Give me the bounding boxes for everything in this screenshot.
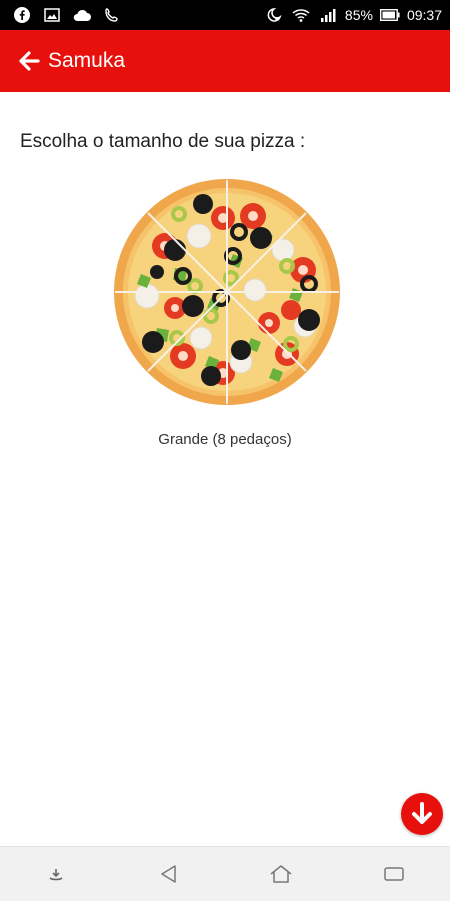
- size-prompt: Escolha o tamanho de sua pizza :: [20, 131, 306, 152]
- recents-icon[interactable]: [374, 854, 414, 894]
- wifi-icon: [291, 6, 311, 24]
- back-arrow-icon[interactable]: [18, 49, 42, 73]
- status-left: [12, 6, 122, 24]
- app-title: Samuka: [48, 49, 126, 72]
- battery-percentage: 85%: [344, 7, 373, 23]
- arrow-down-icon: [412, 802, 432, 824]
- cloud-icon: [72, 6, 92, 24]
- do-not-disturb-icon: [264, 6, 284, 24]
- pizza-size-label: Grande (8 pedaços): [158, 431, 292, 448]
- download-icon[interactable]: [36, 854, 76, 894]
- next-button[interactable]: [401, 793, 443, 835]
- status-bar: 85% 09:37: [0, 0, 450, 30]
- facebook-icon: [12, 6, 32, 24]
- back-triangle-icon[interactable]: [149, 854, 189, 894]
- pizza-size-option[interactable]: [113, 178, 341, 406]
- signal-icon: [318, 6, 338, 24]
- system-nav-bar: [0, 846, 450, 901]
- missed-call-icon: [102, 6, 122, 24]
- status-right: 85% 09:37: [264, 6, 442, 24]
- image-icon: [42, 6, 62, 24]
- home-icon[interactable]: [261, 854, 301, 894]
- pizza-image: [114, 179, 340, 405]
- clock: 09:37: [406, 7, 442, 23]
- app-bar: Samuka: [0, 30, 450, 92]
- battery-icon: [379, 6, 400, 24]
